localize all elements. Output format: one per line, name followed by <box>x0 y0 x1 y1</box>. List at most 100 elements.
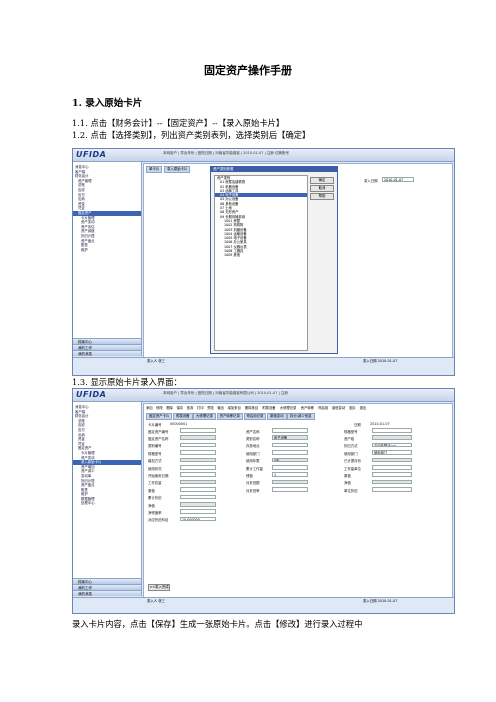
field-input[interactable] <box>272 428 308 433</box>
status-entry-date-2: 录入日期 2010-01-07 <box>363 599 398 603</box>
field-label: 累计工作量 <box>246 466 263 471</box>
card-toolbar: 添加 修改 删除 保存 放弃 打印 预览 输出 增加条目 删除条目 附属设备 大修理记录 资产转移 停启用… <box>146 405 450 411</box>
card-tab[interactable]: 原值变动 <box>267 413 287 420</box>
card-tab[interactable]: 附属设备 <box>173 413 193 420</box>
help-button[interactable]: 帮助 <box>310 193 334 200</box>
field-input[interactable] <box>272 442 308 448</box>
toolbar-button[interactable]: 删除 <box>166 405 173 411</box>
field-input[interactable] <box>372 465 412 470</box>
card-no-value: 00000001 <box>170 422 188 426</box>
date-field[interactable]: 2010-01-07 <box>382 177 414 182</box>
field-input[interactable]: 1 <box>272 472 308 477</box>
status-entry-user: 录入人 张三 <box>147 359 166 363</box>
tab-original-card[interactable]: 录入原始卡片 <box>164 166 191 173</box>
field-label: 净值 <box>148 503 155 508</box>
field-label: 残值 <box>246 473 253 478</box>
nav-tree[interactable]: 消息中心 客户端 财务会计 资产管理 总账 应收 应付 出纳 资金 凭证 固定资产 卡片管理 资产变动资… <box>73 165 141 252</box>
field-input[interactable] <box>372 472 412 477</box>
field-input[interactable] <box>180 450 216 455</box>
field-input[interactable] <box>180 465 216 470</box>
field-input[interactable]: 0年 <box>272 457 308 463</box>
field-label: 累计折旧 <box>148 496 162 501</box>
field-label: 类别名称 <box>246 436 260 441</box>
card-tab[interactable]: 停启用记录 <box>243 413 267 420</box>
category-dialog: 资产类别参照 资产类别 01 房屋及建筑物 02 机器设备 03 运输工具 04 电子设… <box>210 166 338 354</box>
field-input[interactable]: 平均年限法(一) <box>372 442 412 448</box>
category-item[interactable]: 1009 其他 <box>215 253 307 257</box>
field-input[interactable] <box>180 457 216 463</box>
field-input[interactable]: 10.000000 <box>180 516 216 522</box>
field-input[interactable] <box>180 502 216 507</box>
app-topbar-2: UFIDA 本网用户 | 导出年份 | 登陆日期 | 河南省华能煤炭有限公司 |… <box>73 389 454 402</box>
field-input[interactable] <box>180 428 216 433</box>
card-area: 添加 修改 删除 保存 放弃 打印 预览 输出 增加条目 删除条目 附属设备 大修理记录 资产转移 停启用… <box>143 403 453 598</box>
field-input[interactable] <box>272 450 308 455</box>
cancel-button[interactable]: 取消 <box>310 185 334 192</box>
field-label: 增加方式 <box>148 459 162 464</box>
field-label: 原值 <box>148 488 155 493</box>
field-input[interactable] <box>372 457 412 463</box>
field-input[interactable] <box>180 487 216 492</box>
step-1-2: 1.2. 点击【选择类别】，列出资产类别表列，选择类别后【确定】 <box>72 130 311 140</box>
topbar-info: 本网用户 | 导出年份 | 登陆日期 | 河南省华能煤炭 | 2010-01-0… <box>163 151 289 155</box>
field-input[interactable] <box>272 479 308 485</box>
toolbar-button[interactable]: 修改 <box>156 405 163 411</box>
toolbar-button[interactable]: 增加条目 <box>228 405 241 411</box>
field-label: 净残值率 <box>148 510 162 515</box>
field-label: 净值 <box>344 481 351 486</box>
field-label: 资产组 <box>344 436 355 441</box>
toolbar-button[interactable]: 预览 <box>207 405 214 411</box>
field-input[interactable] <box>372 479 412 485</box>
ufida-logo: UFIDA <box>76 150 107 159</box>
category-tree[interactable]: 资产类别 01 房屋及建筑物 02 机器设备 03 运输工具 04 电子设备 05 办公设… <box>214 175 308 351</box>
field-label: 月折旧率 <box>246 488 260 493</box>
nav-tree-2[interactable]: 消息中心 客户端 财务会计 总账 应收 应付 出纳 资金 凭证 固定资产 卡片管理 资产变动 录入原始卡… <box>73 405 141 506</box>
field-input[interactable] <box>180 494 216 500</box>
toolbar-button[interactable]: 添加 <box>146 405 153 411</box>
card-tab[interactable]: 拆分/减少信息 <box>287 413 315 420</box>
nav-tree-item[interactable]: 维护 <box>73 248 141 253</box>
field-input[interactable] <box>180 509 216 514</box>
field-input[interactable] <box>372 435 412 440</box>
toolbar-button[interactable]: 附属设备 <box>262 405 275 411</box>
toolbar-button[interactable]: 原值变动 <box>332 405 345 411</box>
toolbar-button[interactable]: 放弃 <box>187 405 194 411</box>
field-label: 规格型号 <box>344 429 358 434</box>
field-label: 固定资产编号 <box>148 429 169 434</box>
field-input[interactable]: 使用部门 <box>372 450 412 455</box>
card-form: 固定资产编号 固定资产名称 类别编号 规格型号 增加方式 使用状况 开始使用日期 工作总量 原值… <box>144 428 452 578</box>
nav-tree-item[interactable]: 处理中心 <box>73 501 141 506</box>
field-input[interactable]: 电子设备 <box>272 435 308 440</box>
field-input[interactable] <box>272 487 308 492</box>
status-bar-2: 录入人 张三 录入日期 2010-01-07 <box>73 597 454 605</box>
field-input[interactable] <box>180 435 216 440</box>
field-input[interactable] <box>180 472 216 477</box>
field-input[interactable] <box>180 479 216 485</box>
date-label: 录入日期 <box>364 179 378 183</box>
toolbar-button[interactable]: 大修理记录 <box>280 405 296 411</box>
field-label: 对应折旧科目 <box>148 518 169 523</box>
toolbar-button[interactable]: 退出 <box>360 405 367 411</box>
field-input[interactable] <box>372 428 412 433</box>
nav-bar-2-3[interactable]: 我的消息 <box>73 590 141 596</box>
toolbar-button[interactable]: 输出 <box>217 405 224 411</box>
tab-single-card[interactable]: 单卡片 <box>146 166 163 173</box>
status-bar: 录入人 张三 录入日期 2010-01-07 <box>73 357 454 365</box>
toolbar-button[interactable]: 打印 <box>197 405 204 411</box>
toolbar-button[interactable]: 资产转移 <box>301 405 314 411</box>
ok-button[interactable]: 确定 <box>310 177 334 184</box>
toolbar-button[interactable]: 保存 <box>177 405 184 411</box>
toolbar-button[interactable]: 删除条目 <box>245 405 258 411</box>
card-tabs: 固定资产卡片 附属设备 大修理记录 资产转移记录 停启用记录 原值变动 拆分/减少信息 <box>146 413 450 420</box>
card-tab[interactable]: 资产转移记录 <box>216 413 243 420</box>
field-input[interactable] <box>372 487 412 492</box>
entry-done-button[interactable]: <<录入完成 <box>148 584 170 591</box>
toolbar-button[interactable]: 图片 <box>349 405 356 411</box>
toolbar-button[interactable]: 停启用 <box>318 405 328 411</box>
field-input[interactable] <box>272 465 308 470</box>
field-input[interactable] <box>180 442 216 448</box>
card-tab[interactable]: 固定资产卡片 <box>146 413 173 420</box>
nav-bar-3[interactable]: 我的消息 <box>73 350 141 356</box>
field-label: 单位折旧 <box>344 488 358 493</box>
card-tab[interactable]: 大修理记录 <box>193 413 216 420</box>
